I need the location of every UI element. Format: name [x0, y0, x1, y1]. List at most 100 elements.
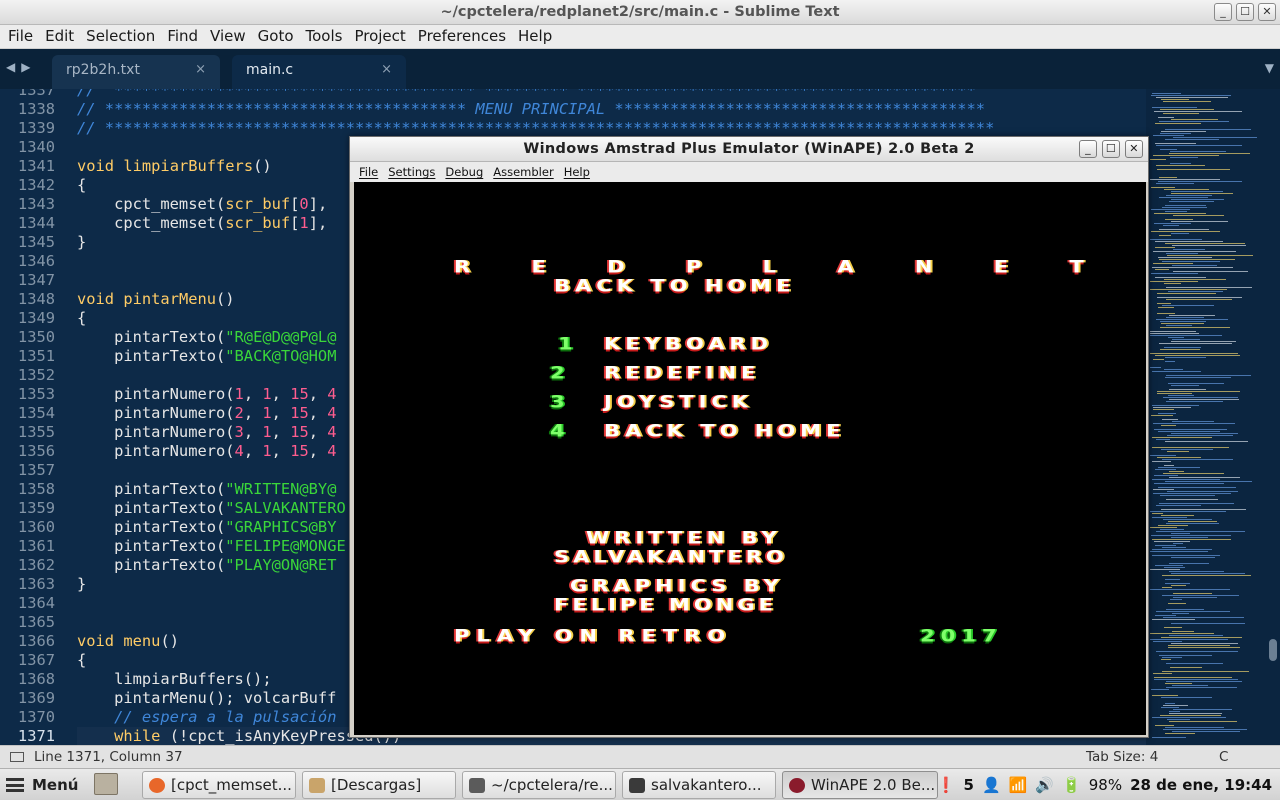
- minimap[interactable]: [1146, 89, 1266, 745]
- winape-menu-debug[interactable]: Debug: [440, 162, 488, 182]
- minimap-line: [1161, 509, 1246, 510]
- minimap-line: [1154, 679, 1238, 680]
- line-number: 1349: [17, 309, 55, 327]
- tab-nav-arrows-icon[interactable]: ◀▶: [6, 60, 36, 74]
- task-file-manager[interactable]: [Descargas]: [302, 771, 456, 799]
- clock[interactable]: 28 de ene, 19:44: [1130, 776, 1272, 794]
- minimap-line: [1153, 263, 1193, 264]
- winape-titlebar: Windows Amstrad Plus Emulator (WinAPE) 2…: [350, 137, 1148, 162]
- minimap-line: [1162, 547, 1186, 548]
- tab-close-icon[interactable]: ×: [195, 55, 206, 85]
- battery-level: 98%: [1088, 776, 1123, 794]
- menu-help[interactable]: Help: [512, 25, 558, 48]
- minimap-line: [1160, 349, 1200, 350]
- menu-project[interactable]: Project: [348, 25, 411, 48]
- volume-icon[interactable]: 🔊: [1035, 776, 1054, 794]
- scrollbar-thumb[interactable]: [1269, 639, 1277, 661]
- minimap-line: [1170, 599, 1182, 600]
- minimap-line: [1171, 193, 1233, 194]
- minimap-line: [1159, 503, 1234, 504]
- minimize-button[interactable]: _: [1214, 3, 1232, 21]
- credits-written-by: WRITTEN BY: [586, 528, 782, 548]
- maximize-button[interactable]: ☐: [1236, 3, 1254, 21]
- show-desktop-icon[interactable]: [94, 773, 118, 795]
- minimap-line: [1156, 439, 1170, 440]
- winape-menu-help[interactable]: Help: [559, 162, 595, 182]
- minimap-line: [1165, 733, 1195, 734]
- minimap-line: [1173, 709, 1232, 710]
- menu-goto[interactable]: Goto: [252, 25, 300, 48]
- tab-rp2b2h[interactable]: rp2b2h.txt ×: [52, 55, 220, 89]
- minimap-line: [1153, 489, 1174, 490]
- line-number: 1341: [17, 157, 55, 175]
- winape-close-button[interactable]: ✕: [1125, 140, 1143, 158]
- emulator-screen[interactable]: R E D P L A N E T BACK TO HOME 1 KEYBOAR…: [354, 182, 1146, 735]
- minimap-line: [1152, 539, 1231, 540]
- menu-preferences[interactable]: Preferences: [412, 25, 512, 48]
- minimap-line: [1173, 597, 1217, 598]
- syntax-selector[interactable]: C: [1219, 746, 1228, 768]
- minimap-line: [1154, 429, 1227, 430]
- minimap-line: [1150, 353, 1238, 354]
- winape-maximize-button[interactable]: ☐: [1102, 140, 1120, 158]
- minimap-line: [1163, 705, 1188, 706]
- option-number: 1: [558, 334, 576, 354]
- menu-selection[interactable]: Selection: [80, 25, 161, 48]
- minimap-line: [1152, 479, 1220, 480]
- tab-size-selector[interactable]: Tab Size: 4: [1086, 746, 1158, 768]
- line-number: 1364: [17, 594, 55, 612]
- minimap-line: [1162, 207, 1207, 208]
- winape-minimize-button[interactable]: _: [1079, 140, 1097, 158]
- menu-edit[interactable]: Edit: [39, 25, 80, 48]
- user-icon[interactable]: 👤: [982, 776, 1001, 794]
- network-icon[interactable]: 📶: [1009, 776, 1028, 794]
- winape-menu-assembler[interactable]: Assembler: [488, 162, 558, 182]
- tab-close-icon[interactable]: ×: [381, 55, 392, 85]
- winape-menu-settings[interactable]: Settings: [383, 162, 440, 182]
- winape-menu-file[interactable]: File: [354, 162, 383, 182]
- minimap-line: [1166, 499, 1218, 500]
- panel-toggle-icon[interactable]: [10, 752, 24, 762]
- menu-find[interactable]: Find: [161, 25, 204, 48]
- tab-main-c[interactable]: main.c ×: [232, 55, 406, 89]
- minimap-line: [1156, 611, 1230, 612]
- minimap-line: [1156, 145, 1242, 146]
- tab-list-dropdown-icon[interactable]: ▼: [1265, 61, 1274, 75]
- line-number: 1360: [17, 518, 55, 536]
- minimap-line: [1165, 703, 1175, 704]
- minimap-line: [1160, 715, 1221, 716]
- menu-file[interactable]: File: [2, 25, 39, 48]
- line-number: 1338: [17, 100, 55, 118]
- minimap-line: [1165, 683, 1192, 684]
- option-redefine: REDEFINE: [604, 363, 761, 383]
- line-number: 1351: [17, 347, 55, 365]
- task-terminal[interactable]: salvakantero...: [622, 771, 776, 799]
- minimap-line: [1164, 347, 1201, 348]
- minimap-line: [1158, 307, 1174, 308]
- minimap-line: [1172, 613, 1189, 614]
- line-number: 1357: [17, 461, 55, 479]
- menu-view[interactable]: View: [204, 25, 252, 48]
- minimap-line: [1165, 205, 1206, 206]
- minimap-line: [1161, 515, 1194, 516]
- minimap-line: [1154, 223, 1191, 224]
- vertical-scrollbar[interactable]: [1266, 89, 1280, 745]
- start-menu-button[interactable]: Menú: [6, 773, 78, 797]
- battery-icon[interactable]: 🔋: [1062, 776, 1081, 794]
- menu-tools[interactable]: Tools: [300, 25, 349, 48]
- minimap-line: [1165, 377, 1231, 378]
- minimap-line: [1167, 491, 1238, 492]
- task-firefox[interactable]: [cpct_memset...: [142, 771, 296, 799]
- minimap-line: [1169, 399, 1239, 400]
- line-number: 1347: [17, 271, 55, 289]
- minimap-line: [1150, 239, 1202, 240]
- winape-window[interactable]: Windows Amstrad Plus Emulator (WinAPE) 2…: [349, 136, 1149, 738]
- minimap-line: [1155, 269, 1169, 270]
- close-button[interactable]: ✕: [1258, 3, 1276, 21]
- minimap-line: [1171, 557, 1215, 558]
- alert-icon[interactable]: ❗: [937, 776, 956, 794]
- minimap-line: [1152, 437, 1212, 438]
- task-winape[interactable]: WinAPE 2.0 Be...: [782, 771, 938, 799]
- line-number: 1354: [17, 404, 55, 422]
- task-sublime[interactable]: ~/cpctelera/re...: [462, 771, 616, 799]
